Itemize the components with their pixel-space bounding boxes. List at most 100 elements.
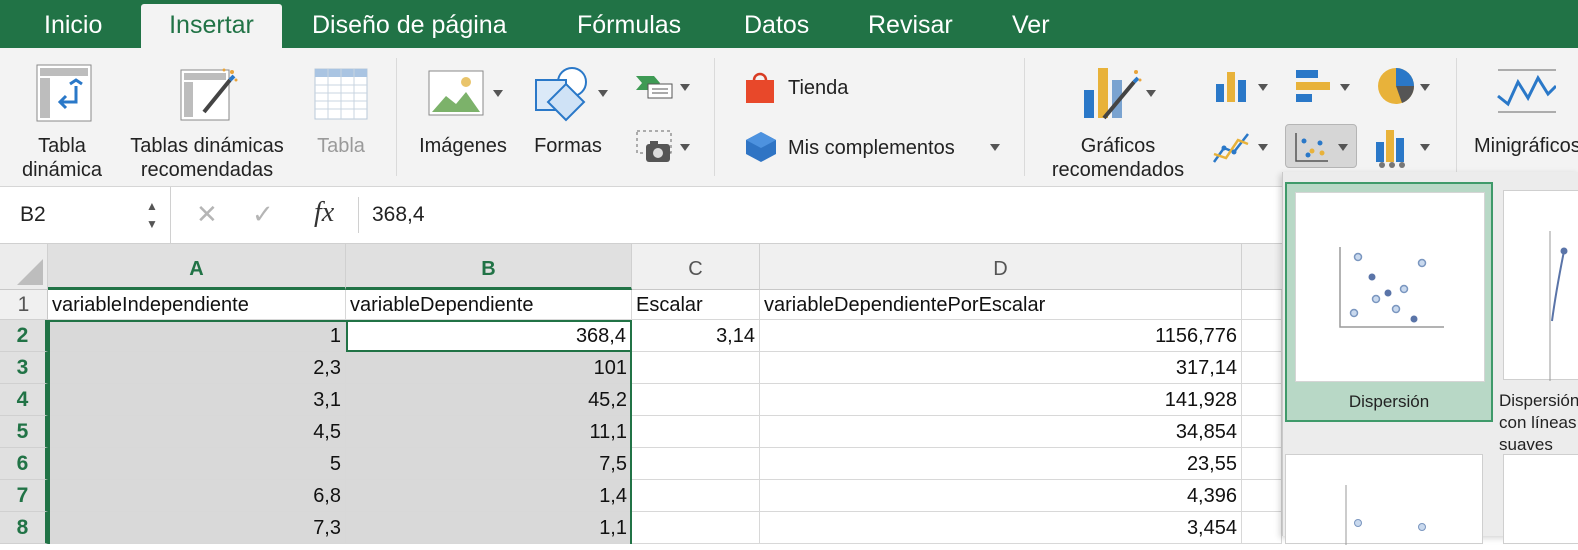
row-header-3[interactable]: 3 [0,352,48,384]
cell-e8[interactable] [1242,512,1282,544]
column-header-d[interactable]: D [760,244,1242,290]
smartart-icon[interactable] [634,74,674,105]
cell-a8[interactable]: 7,3 [48,512,346,544]
enter-icon[interactable]: ✓ [252,199,274,230]
pie-chart-icon[interactable] [1376,66,1416,111]
pictures-dropdown-caret[interactable] [493,90,503,97]
cell-b8[interactable]: 1,1 [346,512,632,544]
shapes-label[interactable]: Formas [526,134,610,158]
cell-e5[interactable] [1242,416,1282,448]
other-charts-dropdown-caret[interactable] [1420,144,1430,151]
cell-d3[interactable]: 317,14 [760,352,1242,384]
cell-d2[interactable]: 1156,776 [760,320,1242,352]
my-addins-icon[interactable] [744,130,778,169]
tab-inicio[interactable]: Inicio [44,0,102,48]
cell-a6[interactable]: 5 [48,448,346,480]
cell-b7[interactable]: 1,4 [346,480,632,512]
sparklines-icon[interactable] [1496,68,1558,121]
name-box-value[interactable]: B2 [20,203,46,227]
shapes-dropdown-caret[interactable] [598,90,608,97]
cell-c6[interactable] [632,448,760,480]
cell-b2-active[interactable]: 368,4 [346,320,632,352]
column-header-a[interactable]: A [48,244,346,290]
bar-chart-dropdown-caret[interactable] [1340,84,1350,91]
pictures-icon[interactable] [428,70,484,121]
cell-e6[interactable] [1242,448,1282,480]
tab-insertar[interactable]: Insertar [141,4,282,48]
name-box[interactable]: B2 ▲ ▼ [0,187,171,243]
smartart-dropdown-caret[interactable] [680,84,690,91]
scatter-chart-dropdown-caret[interactable] [1338,144,1348,151]
screenshot-icon[interactable] [636,130,674,169]
cell-a1[interactable]: variableIndependiente [48,290,346,320]
cell-c4[interactable] [632,384,760,416]
column-chart-icon[interactable] [1214,70,1252,109]
cell-b1[interactable]: variableDependiente [346,290,632,320]
cell-c2[interactable]: 3,14 [632,320,760,352]
cell-d1[interactable]: variableDependientePorEscalar [760,290,1242,320]
scatter-chart-button[interactable] [1285,124,1357,168]
recommended-pivot-label[interactable]: Tablas dinámicas recomendadas [120,134,294,182]
cell-a4[interactable]: 3,1 [48,384,346,416]
cell-c1[interactable]: Escalar [632,290,760,320]
cell-d5[interactable]: 34,854 [760,416,1242,448]
cell-b4[interactable]: 45,2 [346,384,632,416]
cell-d6[interactable]: 23,55 [760,448,1242,480]
row-header-6[interactable]: 6 [0,448,48,480]
row-header-8[interactable]: 8 [0,512,48,544]
line-chart-icon[interactable] [1212,130,1252,169]
column-header-e[interactable] [1242,244,1282,290]
recommended-pivot-icon[interactable] [180,66,238,127]
shapes-icon[interactable] [534,66,596,127]
chart-option-scatter-straight-lines[interactable] [1503,454,1578,544]
cell-b5[interactable]: 11,1 [346,416,632,448]
cell-d7[interactable]: 4,396 [760,480,1242,512]
tab-ver[interactable]: Ver [1012,0,1050,48]
cell-b3[interactable]: 101 [346,352,632,384]
chart-option-scatter[interactable]: Dispersión [1285,182,1493,422]
cell-e2[interactable] [1242,320,1282,352]
formula-input[interactable]: 368,4 [372,203,425,227]
sparklines-label[interactable]: Minigráficos [1474,134,1578,158]
row-header-5[interactable]: 5 [0,416,48,448]
other-charts-icon[interactable] [1374,128,1418,173]
recommended-charts-label[interactable]: Gráficos recomendados [1040,134,1196,182]
name-box-stepper-icon[interactable]: ▲ ▼ [146,197,158,233]
cell-a3[interactable]: 2,3 [48,352,346,384]
column-header-c[interactable]: C [632,244,760,290]
screenshot-dropdown-caret[interactable] [680,144,690,151]
row-header-1[interactable]: 1 [0,290,48,320]
recommended-charts-icon[interactable] [1082,66,1142,127]
cell-a5[interactable]: 4,5 [48,416,346,448]
pictures-label[interactable]: Imágenes [412,134,514,158]
cell-d4[interactable]: 141,928 [760,384,1242,416]
cell-c3[interactable] [632,352,760,384]
cell-a2[interactable]: 1 [48,320,346,352]
pivot-table-icon[interactable] [36,64,92,127]
tab-formulas[interactable]: Fórmulas [577,0,681,48]
cell-d8[interactable]: 3,454 [760,512,1242,544]
cell-e7[interactable] [1242,480,1282,512]
cell-e1[interactable] [1242,290,1282,320]
tab-datos[interactable]: Datos [744,0,809,48]
cell-c5[interactable] [632,416,760,448]
cell-b6[interactable]: 7,5 [346,448,632,480]
column-chart-dropdown-caret[interactable] [1258,84,1268,91]
cell-e4[interactable] [1242,384,1282,416]
row-header-4[interactable]: 4 [0,384,48,416]
pie-chart-dropdown-caret[interactable] [1420,84,1430,91]
cell-c7[interactable] [632,480,760,512]
cell-a7[interactable]: 6,8 [48,480,346,512]
cancel-icon[interactable]: ✕ [196,199,218,230]
cell-e3[interactable] [1242,352,1282,384]
store-label[interactable]: Tienda [788,76,848,100]
bar-chart-icon[interactable] [1294,68,1334,109]
my-addins-label[interactable]: Mis complementos [788,136,955,160]
chart-option-scatter-lines-markers[interactable] [1285,454,1483,545]
pivot-table-label[interactable]: Tabla dinámica [12,134,112,182]
chart-option-scatter-smooth-lines[interactable] [1503,190,1578,381]
select-all-corner[interactable] [0,244,48,290]
cell-c8[interactable] [632,512,760,544]
row-header-2[interactable]: 2 [0,320,48,352]
my-addins-dropdown-caret[interactable] [990,144,1000,151]
